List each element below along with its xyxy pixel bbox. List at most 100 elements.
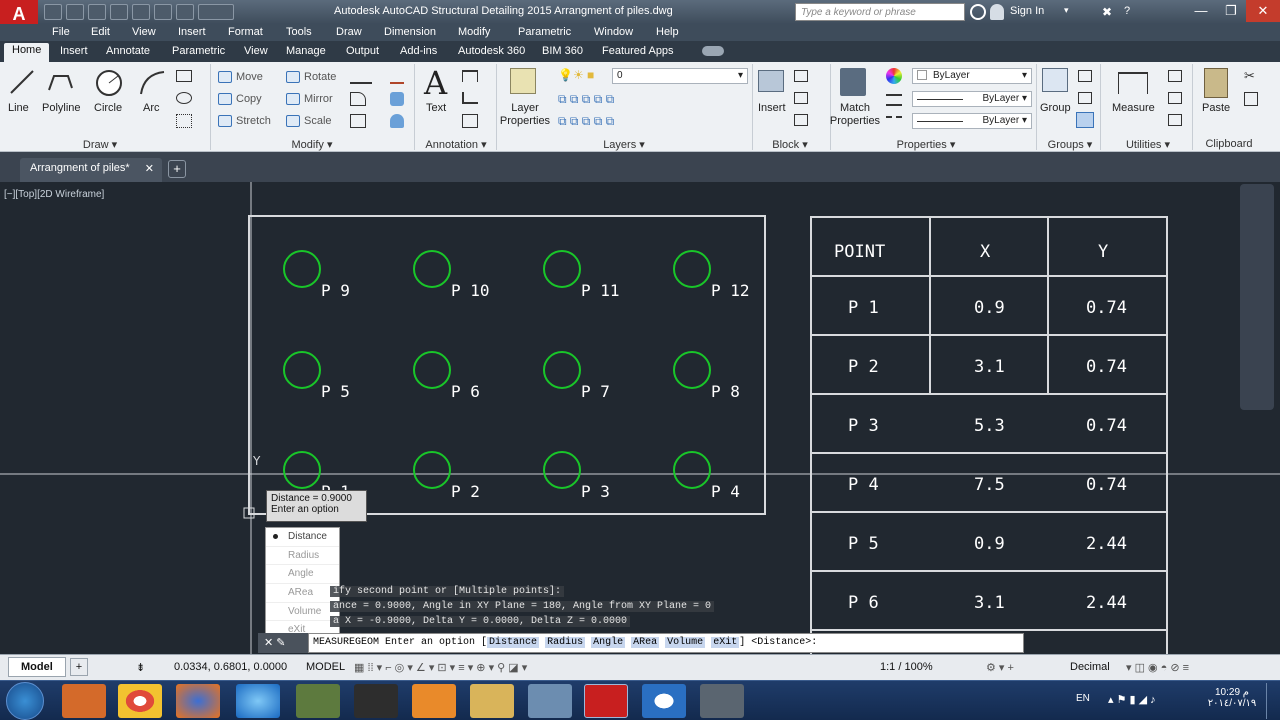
annotation-panel-title[interactable]: Annotation ▾ bbox=[418, 138, 494, 151]
quick-access-dropdown[interactable] bbox=[198, 4, 234, 20]
stretch-button[interactable]: Stretch bbox=[218, 112, 271, 130]
cut-icon[interactable]: ✂ bbox=[1244, 68, 1255, 84]
leader-icon[interactable] bbox=[462, 92, 478, 104]
table-icon[interactable] bbox=[462, 114, 478, 128]
layer-tools-row-2[interactable]: ⧉ ⧉ ⧉ ⧉ ⧉ bbox=[558, 114, 668, 128]
cmd-option-angle[interactable]: Angle bbox=[591, 637, 626, 648]
sign-in-link[interactable]: Sign In bbox=[1010, 5, 1044, 17]
menu-dimension[interactable]: Dimension bbox=[384, 26, 436, 38]
linetype-icon[interactable] bbox=[886, 116, 902, 128]
polyline-icon[interactable] bbox=[46, 68, 76, 96]
print-icon[interactable] bbox=[132, 4, 150, 20]
layers-panel-title[interactable]: Layers ▾ bbox=[596, 138, 652, 151]
match-properties-icon[interactable] bbox=[840, 68, 866, 96]
winrar-icon[interactable] bbox=[296, 684, 340, 718]
units-setting[interactable]: Decimal bbox=[1070, 661, 1110, 673]
attributes-icon[interactable] bbox=[794, 114, 808, 126]
rotate-button[interactable]: Rotate bbox=[286, 68, 336, 86]
pile-circle[interactable] bbox=[413, 250, 451, 288]
pile-circle[interactable] bbox=[283, 250, 321, 288]
grid-snap-icons[interactable]: ▦ ⁞⁞ ▾ ⌐ ◎ ▾ ∠ ▾ ⊡ ▾ ≡ ▾ ⊕ ▾ ⚲ ◪ ▾ bbox=[354, 661, 527, 674]
menu-help[interactable]: Help bbox=[656, 26, 679, 38]
option-angle[interactable]: Angle bbox=[266, 565, 339, 585]
insert-button[interactable]: Insert bbox=[758, 102, 786, 114]
tray-icons[interactable]: ▴ ⚑ ▮ ◢ ♪ bbox=[1108, 693, 1156, 706]
cursor-coordinates[interactable]: 0.0334, 0.6801, 0.0000 bbox=[174, 661, 287, 673]
screen-recorder-icon[interactable] bbox=[700, 684, 744, 718]
close-tab-icon[interactable]: ✕ bbox=[145, 162, 154, 175]
command-line[interactable]: MEASUREGEOM Enter an option [Distance Ra… bbox=[308, 633, 1024, 653]
boundary-icon[interactable] bbox=[176, 114, 192, 128]
undo-icon[interactable] bbox=[154, 4, 172, 20]
move-button[interactable]: Move bbox=[218, 68, 263, 86]
draw-panel-title[interactable]: Draw ▾ bbox=[70, 138, 130, 151]
menu-view[interactable]: View bbox=[132, 26, 156, 38]
menu-parametric[interactable]: Parametric bbox=[518, 26, 571, 38]
show-desktop-button[interactable] bbox=[1266, 683, 1278, 719]
autocad-taskbar-icon[interactable] bbox=[584, 684, 628, 718]
line-button[interactable]: Line bbox=[8, 102, 29, 114]
cmd-option-distance[interactable]: Distance bbox=[487, 637, 540, 648]
copy-button[interactable]: Copy bbox=[218, 90, 262, 108]
measure-button[interactable]: Measure bbox=[1112, 102, 1155, 114]
layer-tools-row-1[interactable]: ⧉ ⧉ ⧉ ⧉ ⧉ bbox=[558, 92, 668, 106]
circle-button[interactable]: Circle bbox=[94, 102, 122, 114]
paste-icon[interactable] bbox=[1204, 68, 1228, 98]
minimize-button[interactable]: — bbox=[1186, 0, 1216, 22]
drawing-canvas[interactable]: [−][Top][2D Wireframe] P 9P 10 P 11 P 12 P … bbox=[0, 182, 1280, 654]
pile-circle[interactable] bbox=[673, 351, 711, 389]
option-area[interactable]: ARea bbox=[266, 584, 339, 603]
array-icon[interactable] bbox=[350, 114, 366, 128]
color-wheel-icon[interactable] bbox=[886, 68, 902, 84]
ribbon-toggle-icon[interactable] bbox=[702, 46, 724, 56]
internet-explorer-icon[interactable] bbox=[236, 684, 280, 718]
group-icon[interactable] bbox=[1042, 68, 1068, 92]
pile-circle[interactable] bbox=[543, 351, 581, 389]
document-tab[interactable]: Arrangment of piles* ✕ bbox=[20, 158, 162, 182]
clipboard-panel-title[interactable]: Clipboard bbox=[1198, 138, 1260, 150]
scale-button[interactable]: Scale bbox=[286, 112, 332, 130]
tab-output[interactable]: Output bbox=[338, 44, 387, 58]
menu-draw[interactable]: Draw bbox=[336, 26, 362, 38]
explode-icon[interactable] bbox=[390, 92, 404, 106]
menu-tools[interactable]: Tools bbox=[286, 26, 312, 38]
model-layout-tab[interactable]: Model bbox=[8, 657, 66, 677]
model-space-toggle[interactable]: MODEL bbox=[306, 661, 345, 673]
arc-button[interactable]: Arc bbox=[143, 102, 160, 114]
navigation-bar[interactable] bbox=[1240, 184, 1274, 410]
dimension-icon[interactable] bbox=[462, 70, 478, 82]
pile-circle[interactable] bbox=[283, 351, 321, 389]
ungroup-icon[interactable] bbox=[1078, 70, 1092, 82]
id-point-icon[interactable] bbox=[1168, 92, 1182, 104]
binoculars-icon[interactable] bbox=[970, 4, 986, 20]
pile-circle[interactable] bbox=[283, 451, 321, 489]
group-selection-icon[interactable] bbox=[1076, 112, 1094, 128]
media-player-icon[interactable] bbox=[62, 684, 106, 718]
group-edit-icon[interactable] bbox=[1078, 92, 1092, 104]
calculator-icon[interactable] bbox=[1168, 114, 1182, 126]
cmd-option-radius[interactable]: Radius bbox=[545, 637, 586, 648]
edit-block-icon[interactable] bbox=[794, 92, 808, 104]
layer-properties-icon[interactable] bbox=[510, 68, 536, 94]
create-block-icon[interactable] bbox=[794, 70, 808, 82]
menu-modify[interactable]: Modify bbox=[458, 26, 490, 38]
line-icon[interactable] bbox=[8, 68, 36, 96]
match-properties-button[interactable]: Match Properties bbox=[828, 102, 882, 128]
close-button[interactable]: ✕ bbox=[1246, 0, 1280, 22]
erase-icon[interactable] bbox=[390, 70, 404, 84]
lineweight-dropdown[interactable]: ByLayer ▾ bbox=[912, 91, 1032, 107]
hatch-icon[interactable] bbox=[176, 92, 192, 104]
tab-bim-360[interactable]: BIM 360 bbox=[534, 44, 591, 58]
offset-icon[interactable] bbox=[390, 114, 404, 128]
status-menu-icon[interactable]: ⇟ bbox=[136, 661, 145, 674]
help-icon[interactable]: ? bbox=[1124, 5, 1130, 17]
menu-format[interactable]: Format bbox=[228, 26, 263, 38]
add-layout-icon[interactable]: + bbox=[70, 658, 88, 676]
exchange-icon[interactable]: ✖ bbox=[1102, 5, 1112, 19]
copy-clip-icon[interactable] bbox=[1244, 92, 1258, 106]
properties-panel-title[interactable]: Properties ▾ bbox=[888, 138, 964, 151]
cmd-option-exit[interactable]: eXit bbox=[711, 637, 740, 648]
redo-icon[interactable] bbox=[176, 4, 194, 20]
rectangle-icon[interactable] bbox=[176, 70, 192, 82]
pile-circle[interactable] bbox=[673, 451, 711, 489]
